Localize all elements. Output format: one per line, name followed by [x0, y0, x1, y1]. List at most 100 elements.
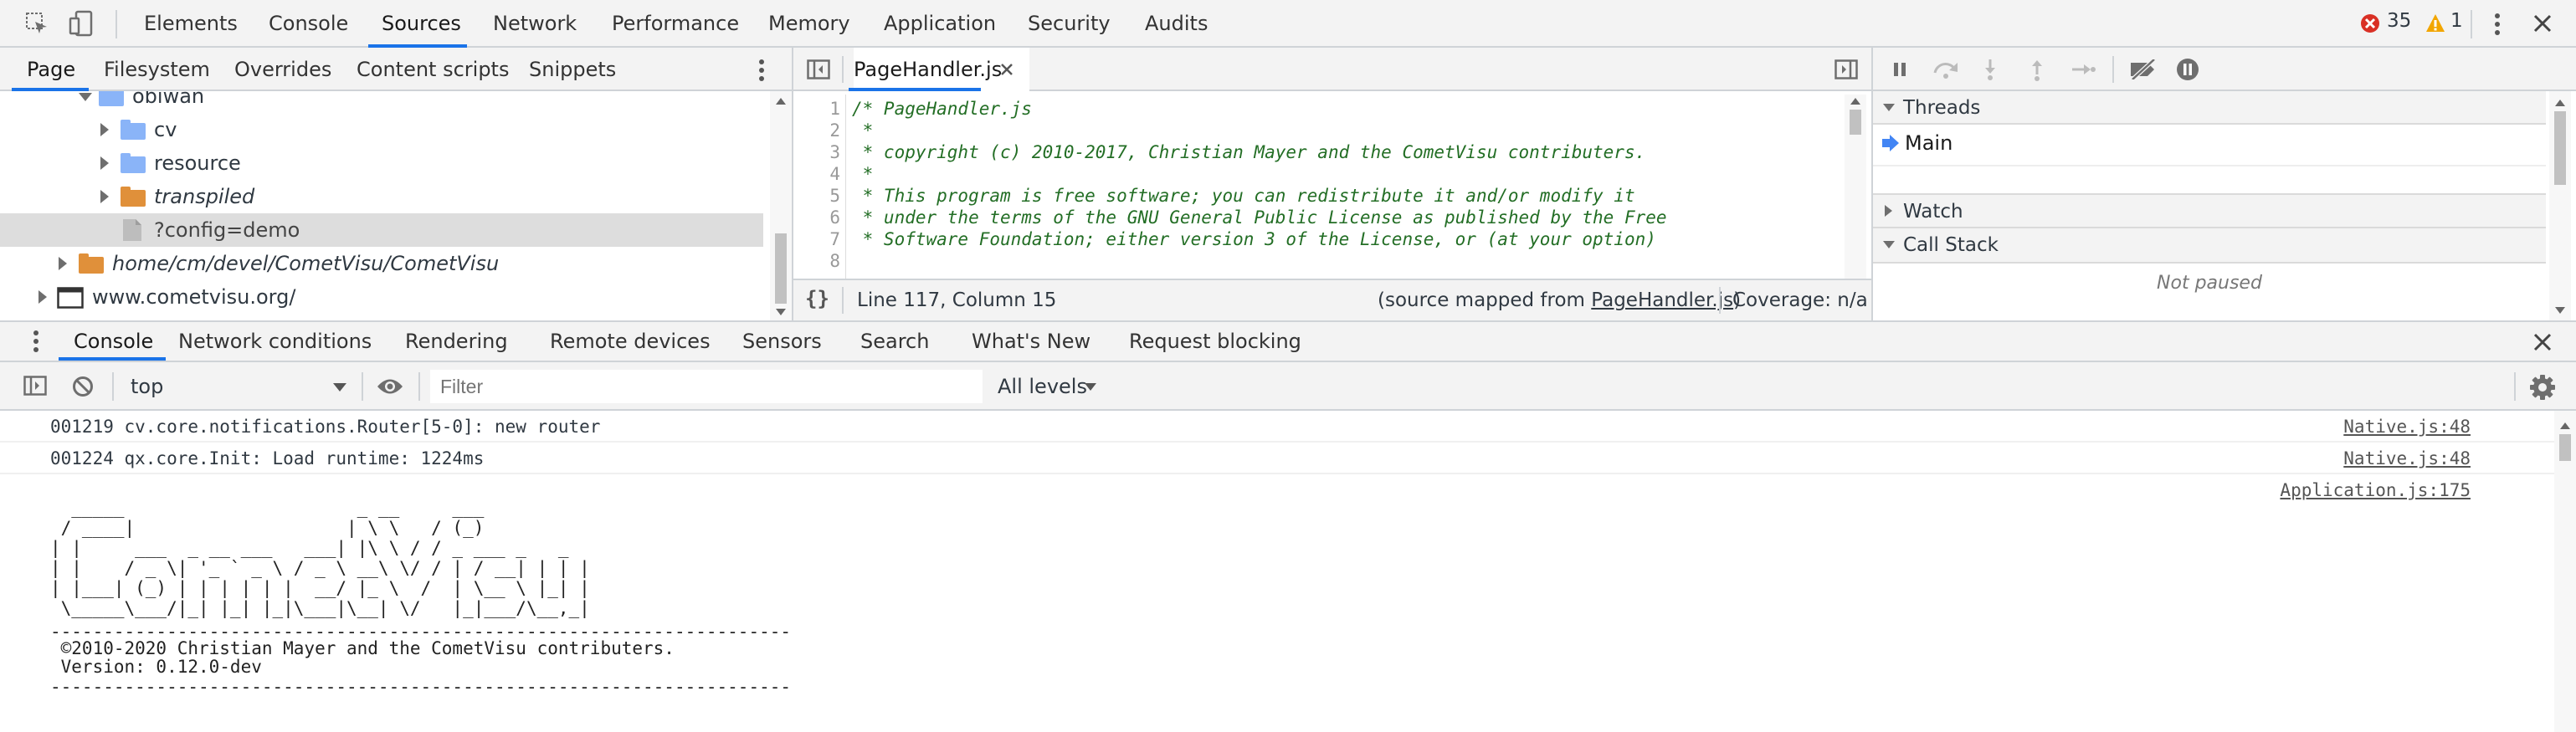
- step-out-icon[interactable]: [2029, 58, 2045, 81]
- tree-item-label: transpiled: [154, 185, 255, 208]
- tab-security[interactable]: Security: [1028, 0, 1111, 47]
- drawer-tab-search[interactable]: Search: [860, 322, 929, 361]
- clear-console-icon[interactable]: [72, 376, 94, 397]
- context-selector[interactable]: top: [124, 369, 353, 404]
- line-number: 6: [829, 207, 840, 228]
- console-source-link[interactable]: Native.js:48: [2343, 411, 2471, 443]
- drawer-menu-icon[interactable]: [32, 330, 40, 353]
- tab-sources[interactable]: Sources: [382, 0, 461, 47]
- tab-network[interactable]: Network: [493, 0, 577, 47]
- live-expression-eye-icon[interactable]: [377, 377, 403, 396]
- drawer-tab-sensors[interactable]: Sensors: [742, 322, 822, 361]
- code-text: * under the terms of the GNU General Pub…: [852, 207, 1667, 228]
- tab-application[interactable]: Application: [884, 0, 996, 47]
- tree-item-label: resource: [154, 151, 241, 175]
- console-scrollbar-thumb[interactable]: [2559, 434, 2571, 461]
- expand-arrow-icon[interactable]: [100, 123, 109, 136]
- drawer-tab-whats-new[interactable]: What's New: [972, 322, 1090, 361]
- expand-arrow-icon[interactable]: [79, 93, 92, 101]
- tree-item-resource[interactable]: resource: [0, 146, 763, 180]
- deactivate-breakpoints-icon[interactable]: [2129, 59, 2158, 79]
- nav-tab-overrides[interactable]: Overrides: [234, 48, 331, 91]
- show-sidebar-icon[interactable]: [23, 376, 47, 396]
- tree-item-label: home/cm/devel/CometVisu/CometVisu: [112, 252, 500, 275]
- expand-arrow-icon[interactable]: [100, 190, 109, 203]
- device-toolbar-icon[interactable]: [69, 10, 94, 37]
- console-scrollbar[interactable]: [2554, 411, 2576, 732]
- line-number: 8: [829, 251, 840, 271]
- tab-performance[interactable]: Performance: [612, 0, 739, 47]
- tab-elements[interactable]: Elements: [144, 0, 238, 47]
- console-output[interactable]: 001219 cv.core.notifications.Router[5-0]…: [0, 411, 2554, 732]
- editor-file-tab-label: PageHandler.js: [854, 58, 1003, 81]
- watch-section-header[interactable]: Watch: [1873, 193, 2546, 228]
- ascii-logo-line: _____ _ __ ___: [50, 498, 485, 518]
- drawer-tab-rendering[interactable]: Rendering: [405, 322, 508, 361]
- toggle-debugger-icon[interactable]: [1835, 59, 1858, 79]
- expand-arrow-icon[interactable]: [59, 257, 67, 270]
- editor-file-tab[interactable]: PageHandler.js: [854, 48, 1029, 91]
- close-devtools-icon[interactable]: [2532, 13, 2553, 33]
- tree-item-label: ?config=demo: [154, 218, 300, 242]
- callstack-section-header[interactable]: Call Stack: [1873, 228, 2546, 264]
- code-vscrollbar-thumb[interactable]: [1850, 110, 1861, 135]
- collapse-arrow-icon: [1883, 104, 1895, 111]
- code-vscrollbar[interactable]: [1845, 95, 1866, 292]
- close-tab-icon[interactable]: [1001, 64, 1013, 75]
- console-settings-gear-icon[interactable]: [2529, 374, 2556, 401]
- banner-copyright: ©2010-2020 Christian Mayer and the Comet…: [50, 638, 675, 658]
- tab-audits[interactable]: Audits: [1145, 0, 1208, 47]
- source-mapped-info: (source mapped from PageHandler.js): [1378, 280, 1741, 320]
- log-levels-value: All levels: [998, 375, 1087, 398]
- nav-tab-filesystem[interactable]: Filesystem: [104, 48, 210, 91]
- drawer-tab-request-blocking[interactable]: Request blocking: [1129, 322, 1301, 361]
- expand-arrow-icon[interactable]: [100, 156, 109, 170]
- close-drawer-icon[interactable]: [2532, 332, 2553, 352]
- navigator-more-icon[interactable]: [757, 58, 767, 83]
- tab-memory[interactable]: Memory: [768, 0, 850, 47]
- drawer-tab-network-conditions[interactable]: Network conditions: [178, 322, 372, 361]
- drawer-tab-remote-devices[interactable]: Remote devices: [550, 322, 711, 361]
- tree-item-obiwan[interactable]: obiwan: [0, 91, 763, 113]
- tree-item-config-demo[interactable]: ?config=demo: [0, 213, 763, 247]
- step-over-icon[interactable]: [1932, 59, 1960, 79]
- step-into-icon[interactable]: [1982, 58, 1999, 81]
- expand-arrow-icon[interactable]: [38, 290, 47, 304]
- more-options-icon[interactable]: [2492, 12, 2502, 37]
- tree-item-cv[interactable]: cv: [0, 113, 763, 146]
- debugger-scrollbar-thumb[interactable]: [2554, 111, 2566, 185]
- tree-scrollbar-thumb[interactable]: [775, 233, 787, 304]
- source-mapped-link[interactable]: PageHandler.js: [1591, 289, 1733, 311]
- step-icon[interactable]: [2071, 61, 2096, 78]
- nav-tab-content-scripts[interactable]: Content scripts: [357, 48, 509, 91]
- banner-version: Version: 0.12.0-dev: [50, 657, 262, 677]
- folder-icon: [121, 153, 146, 173]
- toggle-navigator-icon[interactable]: [807, 59, 830, 79]
- inspect-element-icon[interactable]: [25, 12, 49, 35]
- folder-icon: [79, 253, 104, 274]
- tree-item-home-cometvisu[interactable]: home/cm/devel/CometVisu/CometVisu: [0, 247, 763, 280]
- console-source-link[interactable]: Application.js:175: [2280, 474, 2471, 506]
- tree-item-cometvisu-org[interactable]: www.cometvisu.org/: [0, 280, 763, 314]
- log-levels-dropdown[interactable]: All levels: [994, 369, 1111, 404]
- tree-item-transpiled[interactable]: transpiled: [0, 180, 763, 213]
- console-filter-input[interactable]: [430, 370, 983, 403]
- pause-on-exceptions-icon[interactable]: [2176, 58, 2199, 81]
- thread-item-main[interactable]: Main: [1873, 125, 2546, 161]
- nav-tab-page[interactable]: Page: [27, 48, 75, 91]
- pause-icon[interactable]: [1891, 61, 1908, 78]
- tab-console[interactable]: Console: [269, 0, 348, 47]
- threads-section-header[interactable]: Threads: [1873, 91, 2546, 125]
- banner-divider: ----------------------------------------…: [50, 677, 792, 697]
- pretty-print-icon[interactable]: {}: [805, 287, 829, 310]
- drawer-tabbar: Console Network conditions Rendering Rem…: [0, 320, 2576, 362]
- ascii-logo-line: \_____\___/|_| |_| |_|\___|\__| \/ |_|__…: [50, 598, 590, 618]
- tree-item-label: www.cometvisu.org/: [92, 285, 296, 309]
- console-source-link[interactable]: Native.js:48: [2343, 443, 2471, 474]
- drawer-tab-console[interactable]: Console: [74, 322, 153, 361]
- debugger-scrollbar[interactable]: [2549, 91, 2571, 320]
- toolbar-divider-right: [2471, 10, 2472, 38]
- tree-scrollbar[interactable]: [770, 91, 792, 320]
- tree-item-label: obiwan: [132, 91, 205, 108]
- nav-tab-snippets[interactable]: Snippets: [529, 48, 616, 91]
